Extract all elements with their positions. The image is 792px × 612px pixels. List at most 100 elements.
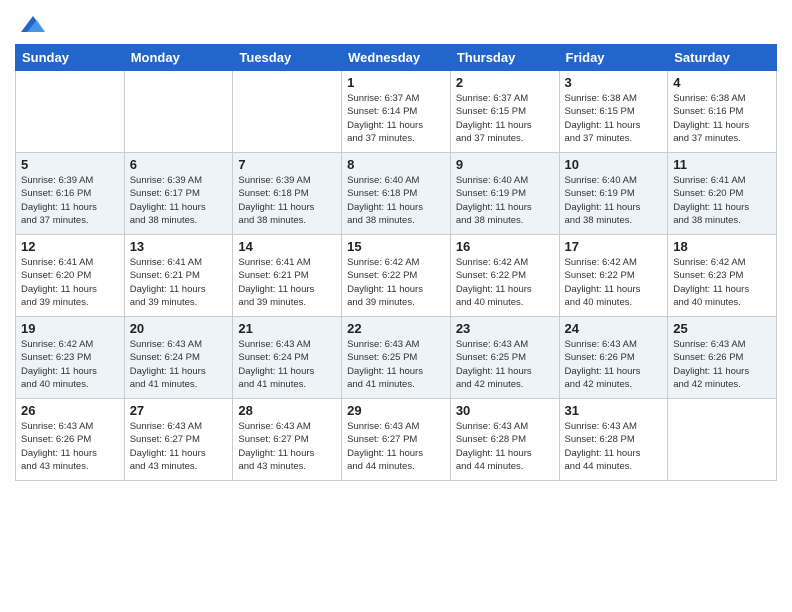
day-number: 11 (673, 157, 771, 172)
day-info: Sunrise: 6:43 AM Sunset: 6:27 PM Dayligh… (347, 420, 445, 473)
day-info: Sunrise: 6:41 AM Sunset: 6:21 PM Dayligh… (238, 256, 336, 309)
weekday-header-saturday: Saturday (668, 45, 777, 71)
day-info: Sunrise: 6:37 AM Sunset: 6:15 PM Dayligh… (456, 92, 554, 145)
day-cell: 15 Sunrise: 6:42 AM Sunset: 6:22 PM Dayli… (342, 235, 451, 317)
day-info: Sunrise: 6:43 AM Sunset: 6:27 PM Dayligh… (238, 420, 336, 473)
day-info: Sunrise: 6:43 AM Sunset: 6:27 PM Dayligh… (130, 420, 228, 473)
day-number: 20 (130, 321, 228, 336)
week-row-5: 26Sunrise: 6:43 AM Sunset: 6:26 PM Dayli… (16, 399, 777, 481)
day-number: 13 (130, 239, 228, 254)
day-number: 23 (456, 321, 554, 336)
day-cell: 8 Sunrise: 6:40 AM Sunset: 6:18 PM Daylig… (342, 153, 451, 235)
weekday-header-wednesday: Wednesday (342, 45, 451, 71)
day-number: 29 (347, 403, 445, 418)
day-cell (233, 71, 342, 153)
day-cell: 10 Sunrise: 6:40 AM Sunset: 6:19 PM Dayli… (559, 153, 668, 235)
day-cell: 28Sunrise: 6:43 AM Sunset: 6:27 PM Dayli… (233, 399, 342, 481)
day-info: Sunrise: 6:40 AM Sunset: 6:19 PM Dayligh… (565, 174, 663, 227)
week-row-4: 19 Sunrise: 6:42 AM Sunset: 6:23 PM Dayli… (16, 317, 777, 399)
weekday-header-monday: Monday (124, 45, 233, 71)
day-cell: 27 Sunrise: 6:43 AM Sunset: 6:27 PM Dayli… (124, 399, 233, 481)
logo (15, 14, 45, 38)
day-cell: 17 Sunrise: 6:42 AM Sunset: 6:22 PM Dayli… (559, 235, 668, 317)
day-cell: 11Sunrise: 6:41 AM Sunset: 6:20 PM Dayli… (668, 153, 777, 235)
day-cell: 26Sunrise: 6:43 AM Sunset: 6:26 PM Dayli… (16, 399, 125, 481)
page: SundayMondayTuesdayWednesdayThursdayFrid… (0, 0, 792, 612)
day-cell: 19 Sunrise: 6:42 AM Sunset: 6:23 PM Dayli… (16, 317, 125, 399)
day-cell: 12 Sunrise: 6:41 AM Sunset: 6:20 PM Dayli… (16, 235, 125, 317)
day-info: Sunrise: 6:39 AM Sunset: 6:17 PM Dayligh… (130, 174, 228, 227)
day-cell: 14 Sunrise: 6:41 AM Sunset: 6:21 PM Dayli… (233, 235, 342, 317)
day-number: 7 (238, 157, 336, 172)
header (15, 10, 777, 38)
day-cell: 16 Sunrise: 6:42 AM Sunset: 6:22 PM Dayli… (450, 235, 559, 317)
week-row-3: 12 Sunrise: 6:41 AM Sunset: 6:20 PM Dayli… (16, 235, 777, 317)
day-cell: 18Sunrise: 6:42 AM Sunset: 6:23 PM Dayli… (668, 235, 777, 317)
logo-icon (17, 10, 45, 38)
day-info: Sunrise: 6:43 AM Sunset: 6:28 PM Dayligh… (565, 420, 663, 473)
day-number: 12 (21, 239, 119, 254)
week-row-2: 5 Sunrise: 6:39 AM Sunset: 6:16 PM Daylig… (16, 153, 777, 235)
weekday-header-row: SundayMondayTuesdayWednesdayThursdayFrid… (16, 45, 777, 71)
day-number: 30 (456, 403, 554, 418)
day-cell: 6 Sunrise: 6:39 AM Sunset: 6:17 PM Daylig… (124, 153, 233, 235)
day-cell (16, 71, 125, 153)
day-number: 19 (21, 321, 119, 336)
day-info: Sunrise: 6:43 AM Sunset: 6:26 PM Dayligh… (565, 338, 663, 391)
day-number: 6 (130, 157, 228, 172)
day-info: Sunrise: 6:42 AM Sunset: 6:23 PM Dayligh… (21, 338, 119, 391)
day-number: 5 (21, 157, 119, 172)
weekday-header-tuesday: Tuesday (233, 45, 342, 71)
day-info: Sunrise: 6:40 AM Sunset: 6:18 PM Dayligh… (347, 174, 445, 227)
day-number: 8 (347, 157, 445, 172)
day-number: 27 (130, 403, 228, 418)
day-cell: 25 Sunrise: 6:43 AM Sunset: 6:26 PM Dayli… (668, 317, 777, 399)
calendar-table: SundayMondayTuesdayWednesdayThursdayFrid… (15, 44, 777, 481)
day-cell: 2 Sunrise: 6:37 AM Sunset: 6:15 PM Daylig… (450, 71, 559, 153)
day-number: 9 (456, 157, 554, 172)
day-cell: 20 Sunrise: 6:43 AM Sunset: 6:24 PM Dayli… (124, 317, 233, 399)
day-number: 17 (565, 239, 663, 254)
weekday-header-thursday: Thursday (450, 45, 559, 71)
day-number: 22 (347, 321, 445, 336)
weekday-header-friday: Friday (559, 45, 668, 71)
day-info: Sunrise: 6:39 AM Sunset: 6:16 PM Dayligh… (21, 174, 119, 227)
day-number: 14 (238, 239, 336, 254)
day-number: 2 (456, 75, 554, 90)
day-info: Sunrise: 6:42 AM Sunset: 6:22 PM Dayligh… (347, 256, 445, 309)
day-info: Sunrise: 6:38 AM Sunset: 6:16 PM Dayligh… (673, 92, 771, 145)
day-info: Sunrise: 6:42 AM Sunset: 6:22 PM Dayligh… (456, 256, 554, 309)
day-info: Sunrise: 6:43 AM Sunset: 6:26 PM Dayligh… (21, 420, 119, 473)
day-info: Sunrise: 6:42 AM Sunset: 6:22 PM Dayligh… (565, 256, 663, 309)
day-cell: 5 Sunrise: 6:39 AM Sunset: 6:16 PM Daylig… (16, 153, 125, 235)
day-cell: 21Sunrise: 6:43 AM Sunset: 6:24 PM Dayli… (233, 317, 342, 399)
day-cell: 7Sunrise: 6:39 AM Sunset: 6:18 PM Daylig… (233, 153, 342, 235)
day-info: Sunrise: 6:37 AM Sunset: 6:14 PM Dayligh… (347, 92, 445, 145)
day-number: 31 (565, 403, 663, 418)
week-row-1: 1 Sunrise: 6:37 AM Sunset: 6:14 PM Daylig… (16, 71, 777, 153)
day-number: 16 (456, 239, 554, 254)
day-number: 21 (238, 321, 336, 336)
day-info: Sunrise: 6:41 AM Sunset: 6:21 PM Dayligh… (130, 256, 228, 309)
day-info: Sunrise: 6:41 AM Sunset: 6:20 PM Dayligh… (21, 256, 119, 309)
day-number: 15 (347, 239, 445, 254)
day-cell: 1 Sunrise: 6:37 AM Sunset: 6:14 PM Daylig… (342, 71, 451, 153)
day-info: Sunrise: 6:40 AM Sunset: 6:19 PM Dayligh… (456, 174, 554, 227)
day-cell: 23 Sunrise: 6:43 AM Sunset: 6:25 PM Dayli… (450, 317, 559, 399)
day-number: 25 (673, 321, 771, 336)
day-info: Sunrise: 6:43 AM Sunset: 6:24 PM Dayligh… (130, 338, 228, 391)
day-number: 10 (565, 157, 663, 172)
day-cell: 3Sunrise: 6:38 AM Sunset: 6:15 PM Daylig… (559, 71, 668, 153)
day-number: 1 (347, 75, 445, 90)
day-cell: 13 Sunrise: 6:41 AM Sunset: 6:21 PM Dayli… (124, 235, 233, 317)
day-number: 24 (565, 321, 663, 336)
day-cell: 22Sunrise: 6:43 AM Sunset: 6:25 PM Dayli… (342, 317, 451, 399)
day-info: Sunrise: 6:43 AM Sunset: 6:26 PM Dayligh… (673, 338, 771, 391)
day-cell: 31 Sunrise: 6:43 AM Sunset: 6:28 PM Dayli… (559, 399, 668, 481)
day-number: 18 (673, 239, 771, 254)
day-info: Sunrise: 6:43 AM Sunset: 6:28 PM Dayligh… (456, 420, 554, 473)
day-info: Sunrise: 6:43 AM Sunset: 6:25 PM Dayligh… (456, 338, 554, 391)
day-cell: 24 Sunrise: 6:43 AM Sunset: 6:26 PM Dayli… (559, 317, 668, 399)
day-cell: 29 Sunrise: 6:43 AM Sunset: 6:27 PM Dayli… (342, 399, 451, 481)
day-cell: 30 Sunrise: 6:43 AM Sunset: 6:28 PM Dayli… (450, 399, 559, 481)
